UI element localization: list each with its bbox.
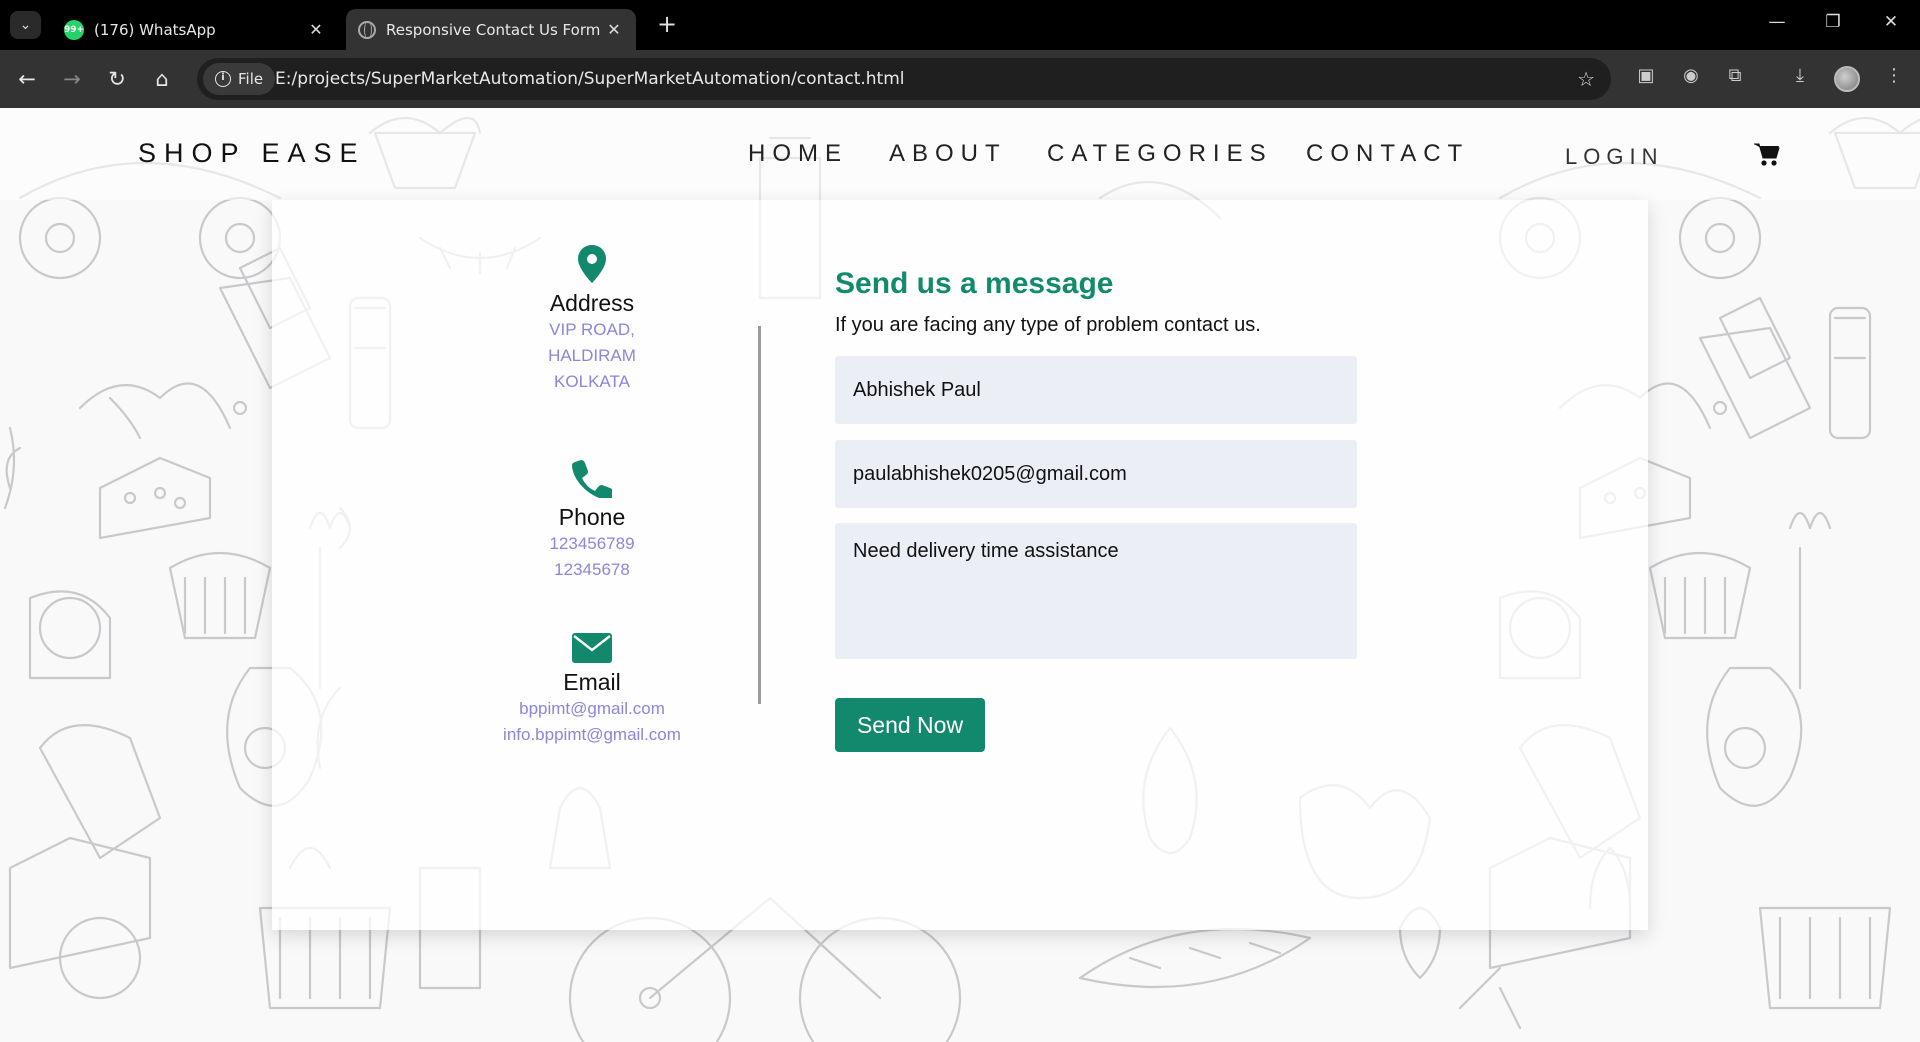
- tab-whatsapp[interactable]: 99+ (176) WhatsApp ✕: [52, 9, 338, 50]
- bookmark-star-icon[interactable]: ☆: [1577, 58, 1595, 100]
- reload-icon[interactable]: ↻: [103, 65, 131, 93]
- url-text[interactable]: E:/projects/SuperMarketAutomation/SuperM…: [275, 58, 905, 100]
- nav-about[interactable]: ABOUT: [889, 140, 1007, 168]
- address-block: Address VIP ROAD, HALDIRAM KOLKATA: [477, 244, 707, 395]
- address-line: HALDIRAM: [548, 346, 636, 365]
- puzzle-icon[interactable]: ⧉: [1721, 65, 1749, 86]
- address-bar[interactable]: i File E:/projects/SuperMarketAutomation…: [197, 58, 1611, 100]
- form-subtitle: If you are facing any type of problem co…: [835, 314, 1261, 336]
- nav-home[interactable]: HOME: [748, 140, 848, 168]
- nav-contact[interactable]: CONTACT: [1306, 140, 1469, 168]
- tab-search-button[interactable]: ⌄: [10, 11, 41, 39]
- extension-icon[interactable]: ▣: [1632, 65, 1660, 86]
- phone-block: Phone 123456789 12345678: [477, 458, 707, 583]
- email-field[interactable]: paulabhishek0205@gmail.com: [835, 440, 1357, 508]
- cart-icon[interactable]: [1753, 141, 1781, 167]
- back-icon[interactable]: ←: [13, 65, 41, 93]
- site-header: SHOP EASE HOME ABOUT CATEGORIES CONTACT …: [0, 108, 1920, 200]
- close-icon[interactable]: ✕: [604, 20, 624, 39]
- address-line: KOLKATA: [554, 372, 630, 391]
- message-textarea[interactable]: Need delivery time assistance: [835, 523, 1357, 659]
- tab-title: (176) WhatsApp: [94, 20, 216, 39]
- email-address: info.bppimt@gmail.com: [503, 725, 681, 744]
- envelope-icon: [572, 633, 612, 663]
- restore-icon[interactable]: ❐: [1821, 12, 1845, 32]
- vertical-divider: [758, 326, 761, 704]
- menu-icon[interactable]: ⋮: [1880, 65, 1908, 86]
- new-tab-button[interactable]: +: [652, 10, 682, 38]
- email-block: Email bppimt@gmail.com info.bppimt@gmail…: [477, 633, 707, 748]
- send-now-button[interactable]: Send Now: [835, 698, 985, 752]
- site-info-chip[interactable]: i File: [203, 63, 276, 95]
- login-link[interactable]: LOGIN: [1565, 144, 1663, 170]
- site-logo[interactable]: SHOP EASE: [138, 138, 366, 169]
- phone-icon: [572, 460, 612, 498]
- contact-card: Address VIP ROAD, HALDIRAM KOLKATA Phone…: [272, 200, 1648, 930]
- name-field[interactable]: Abhishek Paul: [835, 356, 1357, 424]
- browser-toolbar: ← → ↻ ⌂ i File E:/projects/SuperMarketAu…: [0, 50, 1920, 108]
- phone-heading: Phone: [558, 504, 626, 530]
- form-title: Send us a message: [835, 267, 1114, 300]
- home-icon[interactable]: ⌂: [148, 65, 176, 93]
- tab-contact-form[interactable]: Responsive Contact Us Form | C ✕: [346, 9, 636, 50]
- globe-icon: [358, 20, 376, 39]
- browser-tab-bar: ⌄ 99+ (176) WhatsApp ✕ Responsive Contac…: [0, 0, 1920, 50]
- download-icon[interactable]: ⤓: [1786, 65, 1814, 86]
- map-pin-icon: [578, 245, 606, 283]
- close-window-icon[interactable]: ✕: [1879, 12, 1903, 32]
- email-heading: Email: [563, 669, 621, 695]
- reading-mode-icon[interactable]: ◉: [1677, 65, 1705, 86]
- phone-number: 12345678: [554, 560, 630, 579]
- page-viewport: SHOP EASE HOME ABOUT CATEGORIES CONTACT …: [0, 108, 1920, 1042]
- address-heading: Address: [549, 290, 635, 316]
- email-address: bppimt@gmail.com: [519, 699, 665, 718]
- forward-icon[interactable]: →: [58, 65, 86, 93]
- profile-avatar[interactable]: [1834, 66, 1860, 92]
- nav-categories[interactable]: CATEGORIES: [1047, 140, 1273, 168]
- minimize-icon[interactable]: —: [1765, 12, 1789, 32]
- phone-number: 123456789: [549, 534, 635, 553]
- tab-title: Responsive Contact Us Form | C: [386, 20, 604, 39]
- close-icon[interactable]: ✕: [306, 20, 326, 39]
- info-icon: i: [215, 71, 231, 87]
- address-line: VIP ROAD,: [549, 320, 635, 339]
- whatsapp-icon: 99+: [64, 19, 84, 40]
- site-chip-label: File: [238, 70, 264, 88]
